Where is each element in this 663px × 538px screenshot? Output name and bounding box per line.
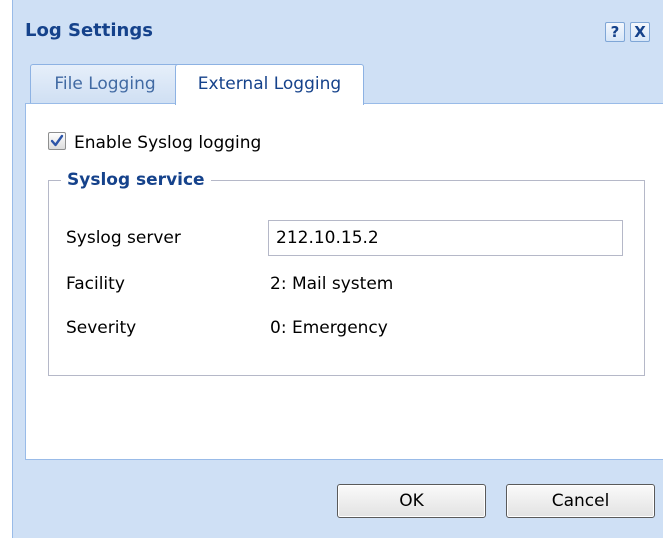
- tab-file-logging-label: File Logging: [54, 74, 156, 94]
- help-icon: ?: [610, 23, 620, 41]
- syslog-service-legend: Syslog service: [61, 170, 211, 190]
- log-settings-dialog: Log Settings ? X File Logging External L…: [12, 0, 663, 538]
- severity-value: 0: Emergency: [270, 318, 388, 338]
- syslog-server-input[interactable]: [268, 220, 623, 256]
- dialog-title: Log Settings: [25, 20, 153, 41]
- ok-button[interactable]: OK: [337, 484, 486, 518]
- enable-syslog-checkbox[interactable]: [48, 132, 66, 150]
- enable-syslog-label: Enable Syslog logging: [74, 133, 262, 153]
- cancel-button[interactable]: Cancel: [506, 484, 655, 518]
- cancel-button-label: Cancel: [551, 491, 610, 511]
- severity-label: Severity: [66, 318, 137, 338]
- external-logging-panel: Enable Syslog logging Syslog service Sys…: [25, 103, 663, 460]
- tab-external-logging-label: External Logging: [197, 74, 342, 94]
- checkmark-icon: [50, 134, 64, 147]
- syslog-server-label: Syslog server: [66, 228, 181, 248]
- syslog-service-fieldset: Syslog service Syslog server Facility 2:…: [48, 170, 645, 376]
- tab-file-logging[interactable]: File Logging: [30, 64, 180, 104]
- ok-button-label: OK: [399, 491, 424, 511]
- facility-label: Facility: [66, 274, 125, 294]
- facility-value: 2: Mail system: [270, 274, 394, 294]
- dialog-titlebar[interactable]: Log Settings ? X: [13, 0, 663, 58]
- help-button[interactable]: ?: [605, 22, 625, 42]
- tab-external-logging[interactable]: External Logging: [175, 64, 364, 105]
- close-button[interactable]: X: [630, 22, 650, 42]
- close-icon: X: [634, 23, 646, 41]
